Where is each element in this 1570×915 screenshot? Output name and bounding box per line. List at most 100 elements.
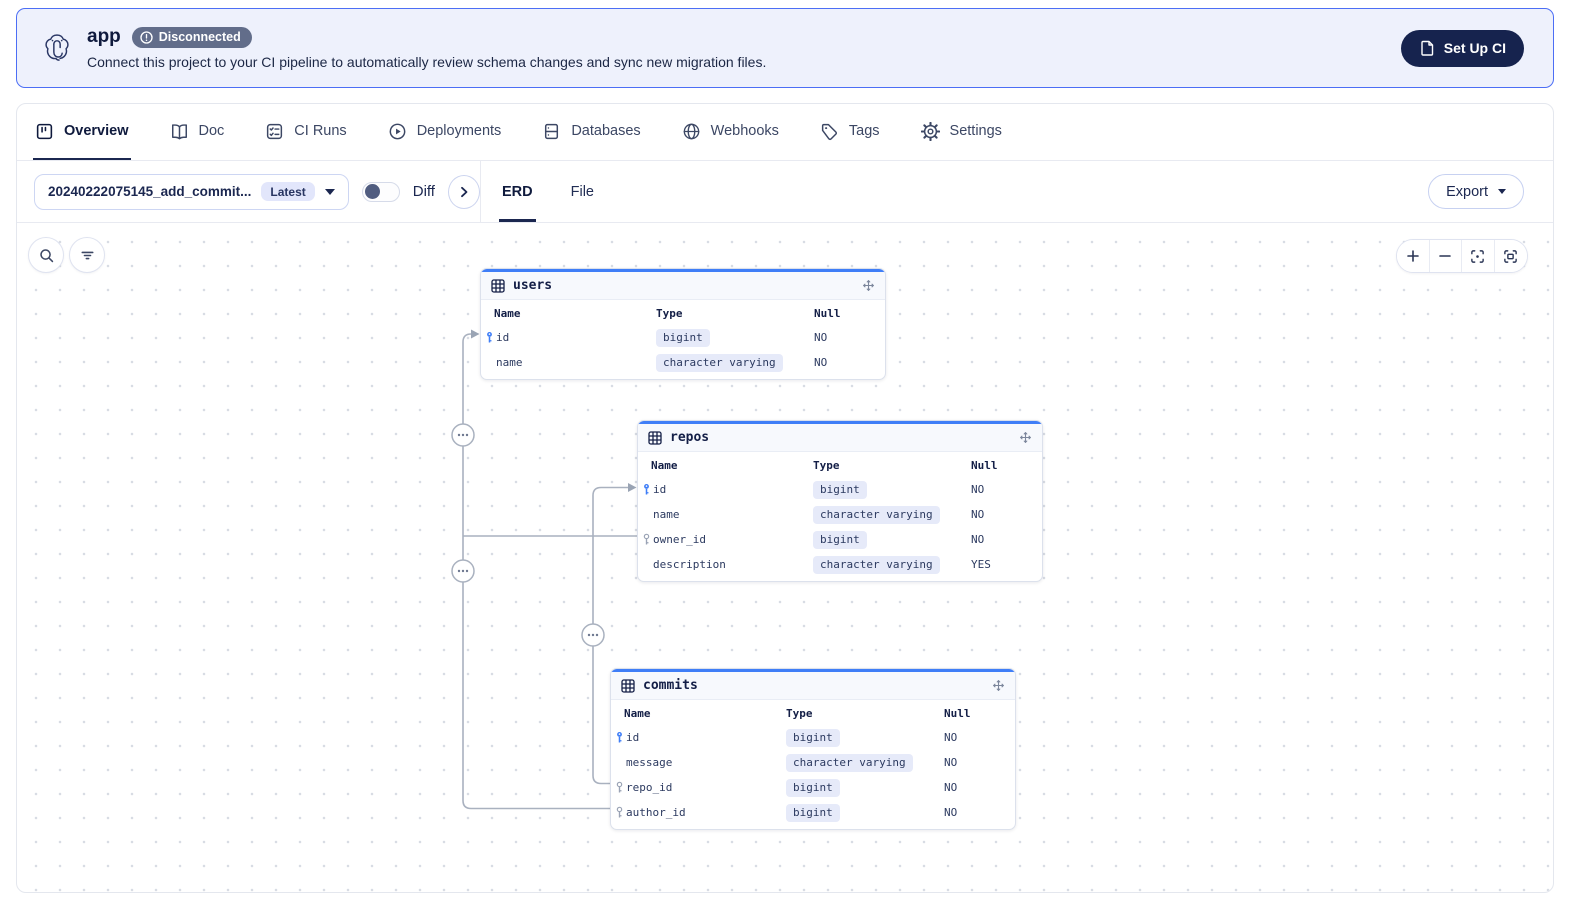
table-name: repos [670, 430, 710, 445]
chevron-down-icon [324, 188, 335, 195]
column-null: NO [944, 781, 958, 794]
column-null: NO [814, 356, 828, 369]
tab-webhooks[interactable]: Webhooks [680, 104, 781, 160]
latest-badge: Latest [261, 182, 315, 201]
col-header-null: Null [814, 307, 841, 320]
tab-ci-runs[interactable]: CI Runs [263, 104, 348, 160]
chevron-right-icon [461, 186, 468, 197]
status-badge-label: Disconnected [158, 30, 241, 44]
column-null: NO [971, 483, 985, 496]
project-title: app [87, 26, 121, 47]
column-name: name [653, 508, 680, 521]
tab-deployments[interactable]: Deployments [386, 104, 504, 160]
primary-key-icon [642, 483, 652, 496]
table-row: author_id bigint NO [611, 800, 1015, 825]
column-type-pill: bigint [786, 728, 840, 747]
table-column-headers: Name Type Null [481, 302, 885, 325]
tab-databases[interactable]: Databases [540, 104, 642, 160]
column-type-pill: character varying [656, 353, 783, 372]
column-name: message [626, 756, 673, 769]
move-handle-icon[interactable] [992, 679, 1005, 692]
col-header-name: Name [624, 707, 651, 720]
col-header-name: Name [494, 307, 521, 320]
table-row: id bigint NO [638, 477, 1042, 502]
fit-view-button[interactable] [1494, 240, 1527, 272]
erd-table-repos[interactable]: repos Name Type Null id bigint NO name c… [637, 420, 1043, 582]
column-null: NO [971, 508, 985, 521]
relation-expander[interactable] [451, 559, 475, 583]
tab-settings[interactable]: Settings [919, 104, 1004, 160]
table-name: commits [643, 678, 698, 693]
table-header: commits [611, 672, 1015, 700]
column-name: description [653, 558, 726, 571]
diff-toggle[interactable] [361, 181, 400, 202]
column-type-pill: bigint [813, 530, 867, 549]
tab-tags[interactable]: Tags [818, 104, 882, 160]
table-row: repo_id bigint NO [611, 775, 1015, 800]
table-row: id bigint NO [481, 325, 885, 350]
primary-key-icon [615, 731, 625, 744]
move-handle-icon[interactable] [1019, 431, 1032, 444]
export-button[interactable]: Export [1428, 174, 1524, 209]
view-controls: ERD File Export [481, 161, 1553, 222]
edge-commits-author-to-users-id [462, 333, 610, 810]
tab-doc[interactable]: Doc [168, 104, 227, 160]
tab-overview[interactable]: Overview [33, 104, 131, 160]
diff-toggle-label: Diff [412, 183, 435, 200]
board-icon [36, 123, 53, 139]
table-row: name character varying NO [638, 502, 1042, 527]
search-icon [39, 248, 53, 262]
tab-label: File [570, 183, 594, 200]
foreign-key-icon [615, 806, 625, 819]
arrowhead-repos-id [628, 483, 637, 492]
tab-file[interactable]: File [568, 161, 597, 222]
table-column-headers: Name Type Null [611, 702, 1015, 725]
ci-banner: app Disconnected Connect this project to… [16, 8, 1554, 88]
tab-label: Deployments [416, 123, 502, 139]
center-view-button[interactable] [1462, 240, 1495, 272]
project-panel: Overview Doc CI Runs Deployments Databas… [16, 103, 1554, 893]
checklist-icon [267, 123, 283, 139]
tab-label: Settings [949, 123, 1002, 139]
erd-table-commits[interactable]: commits Name Type Null id bigint NO mess… [610, 668, 1016, 830]
zoom-controls [1396, 239, 1528, 273]
column-type-pill: bigint [813, 480, 867, 499]
col-header-type: Type [813, 459, 840, 472]
tab-label: Tags [848, 123, 880, 139]
set-up-ci-button[interactable]: Set Up CI [1400, 29, 1524, 67]
minus-icon [1439, 255, 1452, 257]
zoom-out-button[interactable] [1429, 240, 1462, 272]
search-button[interactable] [28, 237, 64, 273]
erd-canvas[interactable]: users Name Type Null id bigint NO name c… [17, 223, 1553, 892]
column-null: NO [944, 806, 958, 819]
filter-button[interactable] [69, 237, 105, 273]
column-null: NO [971, 533, 985, 546]
zoom-in-button[interactable] [1397, 240, 1430, 272]
column-type-pill: character varying [813, 505, 940, 524]
plus-icon [1406, 250, 1419, 262]
migration-select[interactable]: 20240222075145_add_commit... Latest [34, 173, 349, 210]
erd-table-users[interactable]: users Name Type Null id bigint NO name c… [480, 268, 886, 380]
erd-toolbar: 20240222075145_add_commit... Latest Diff… [17, 161, 1553, 223]
alert-circle-icon [140, 30, 153, 44]
column-type-pill: character varying [786, 753, 913, 772]
project-nav: Overview Doc CI Runs Deployments Databas… [17, 104, 1553, 161]
table-header: repos [638, 424, 1042, 452]
column-null: YES [971, 558, 991, 571]
export-label: Export [1446, 183, 1488, 200]
move-handle-icon[interactable] [862, 279, 875, 292]
next-migration-button[interactable] [447, 174, 480, 209]
foreign-key-icon [642, 533, 652, 546]
col-header-type: Type [656, 307, 683, 320]
table-column-headers: Name Type Null [638, 454, 1042, 477]
relation-expander[interactable] [451, 423, 475, 447]
book-icon [171, 123, 187, 139]
tab-label: Webhooks [710, 123, 779, 139]
tab-erd[interactable]: ERD [499, 161, 536, 222]
diff-toggle-knob [364, 184, 380, 199]
column-name: id [626, 731, 640, 744]
migration-controls: 20240222075145_add_commit... Latest Diff [17, 161, 481, 222]
relation-expander[interactable] [581, 623, 605, 647]
table-icon [621, 678, 635, 693]
column-name: owner_id [653, 533, 706, 546]
